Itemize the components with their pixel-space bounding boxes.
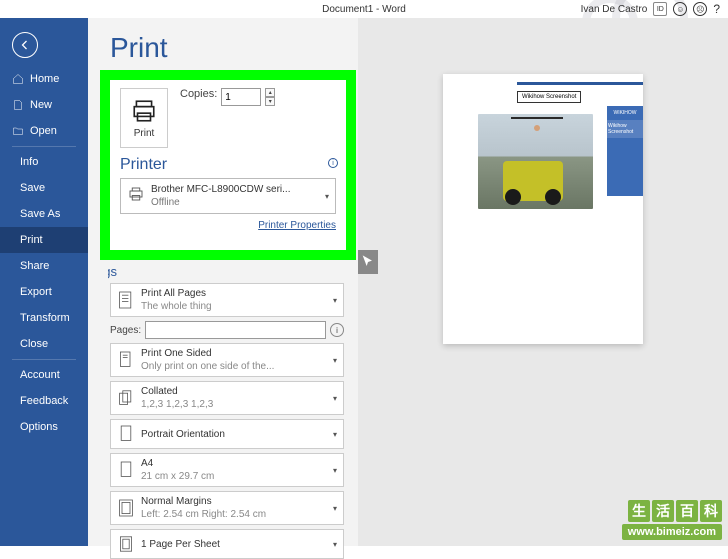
pages-label: Pages: [110, 325, 141, 336]
app-title: Document1 - Word [322, 4, 406, 15]
title-bar: Document1 - Word Ivan De Castro ID ☺ ☹ ? [0, 0, 728, 18]
id-badge: ID [653, 2, 667, 16]
person-figure [531, 131, 543, 161]
face-smile-icon[interactable]: ☺ [673, 2, 687, 16]
sidebar-label: Home [30, 73, 59, 85]
collate-icon [117, 387, 135, 409]
preview-header: Wikihow Screenshot [517, 82, 643, 103]
sidebar-item-options[interactable]: Options [0, 414, 88, 440]
sidebar-item-new[interactable]: New [0, 92, 88, 118]
sidebar-item-home[interactable]: Home [0, 66, 88, 92]
printer-dropdown[interactable]: Brother MFC-L8900CDW seri... Offline ▾ [120, 178, 336, 214]
copies-input[interactable] [221, 88, 261, 106]
margins-icon [117, 497, 135, 519]
printer-status: Offline [151, 196, 319, 209]
pages-input[interactable] [145, 321, 326, 339]
preview-image [478, 114, 593, 209]
sidebar-item-account[interactable]: Account [0, 362, 88, 388]
help-icon[interactable]: ? [713, 2, 720, 16]
setting-paper-size[interactable]: A421 cm x 29.7 cm ▾ [110, 453, 344, 487]
setting-sides[interactable]: Print One SidedOnly print on one side of… [110, 343, 344, 377]
content-area: Print Print Copies: ▴ ▾ [88, 18, 728, 546]
printer-heading: Printer i [120, 156, 336, 174]
copies-spinner: ▴ ▾ [265, 88, 275, 106]
page-title: Print [110, 32, 358, 64]
settings-heading: Settings [108, 264, 344, 279]
chevron-down-icon: ▾ [333, 296, 337, 305]
settings-list: Settings Print All PagesThe whole thing … [110, 264, 358, 559]
print-settings-column: Print Print Copies: ▴ ▾ [88, 18, 358, 546]
info-icon[interactable]: i [330, 323, 344, 337]
sidebar-item-save[interactable]: Save [0, 175, 88, 201]
divider [12, 359, 76, 360]
spinner-down[interactable]: ▾ [265, 97, 275, 106]
sidebar-item-feedback[interactable]: Feedback [0, 388, 88, 414]
tutorial-highlight: Print Copies: ▴ ▾ Printer i [100, 70, 356, 260]
sidebar-label: Open [30, 125, 57, 137]
setting-print-range[interactable]: Print All PagesThe whole thing ▾ [110, 283, 344, 317]
sidebar-item-print[interactable]: Print [0, 227, 88, 253]
chevron-down-icon: ▾ [333, 540, 337, 549]
sidebar-item-saveas[interactable]: Save As [0, 201, 88, 227]
home-icon [12, 73, 24, 85]
user-area: Ivan De Castro ID ☺ ☹ ? [581, 2, 720, 16]
document-icon [12, 99, 24, 111]
backstage-sidebar: Home New Open Info Save Save As Print Sh… [0, 18, 88, 546]
cursor-pointer-icon [358, 250, 378, 274]
face-sad-icon[interactable]: ☹ [693, 2, 707, 16]
chevron-down-icon: ▾ [325, 192, 329, 201]
printer-properties-link[interactable]: Printer Properties [120, 220, 336, 231]
divider [12, 146, 76, 147]
chevron-down-icon: ▾ [333, 466, 337, 475]
sidebar-item-close[interactable]: Close [0, 331, 88, 357]
sheet-icon [117, 533, 135, 555]
portrait-icon [117, 423, 135, 445]
copies-label: Copies: [180, 88, 217, 100]
wikihow-sidebar: WIKIHOW Wikihow Screenshot [607, 106, 643, 196]
sidebar-item-export[interactable]: Export [0, 279, 88, 305]
print-button[interactable]: Print [120, 88, 168, 148]
sidebar-item-info[interactable]: Info [0, 149, 88, 175]
arrow-left-icon [19, 39, 31, 51]
watermark: 生 活 百 科 www.bimeiz.com [622, 500, 722, 540]
one-sided-icon [117, 349, 135, 371]
chevron-down-icon: ▾ [333, 430, 337, 439]
setting-orientation[interactable]: Portrait Orientation ▾ [110, 419, 344, 449]
chevron-down-icon: ▾ [333, 504, 337, 513]
setting-collate[interactable]: Collated1,2,3 1,2,3 1,2,3 ▾ [110, 381, 344, 415]
sidebar-item-transform[interactable]: Transform [0, 305, 88, 331]
user-name: Ivan De Castro [581, 4, 648, 15]
sidebar-label: New [30, 99, 52, 111]
preview-label: Wikihow Screenshot [517, 91, 581, 103]
back-button[interactable] [12, 32, 38, 58]
info-icon[interactable]: i [328, 158, 338, 168]
copies-group: Copies: ▴ ▾ [180, 88, 275, 148]
print-preview: Wikihow Screenshot WIKIHOW Wikihow Scree… [358, 18, 728, 546]
setting-margins[interactable]: Normal MarginsLeft: 2.54 cm Right: 2.54 … [110, 491, 344, 525]
sidebar-item-open[interactable]: Open [0, 118, 88, 144]
pages-range-row: Pages: i [110, 321, 344, 339]
pages-icon [117, 289, 135, 311]
chevron-down-icon: ▾ [333, 394, 337, 403]
spinner-up[interactable]: ▴ [265, 88, 275, 97]
printer-name: Brother MFC-L8900CDW seri... [151, 183, 319, 196]
printer-icon [131, 98, 157, 124]
chevron-down-icon: ▾ [333, 356, 337, 365]
print-button-label: Print [134, 128, 155, 139]
printer-device-icon [127, 185, 145, 208]
paper-icon [117, 459, 135, 481]
folder-open-icon [12, 125, 24, 137]
setting-pages-per-sheet[interactable]: 1 Page Per Sheet ▾ [110, 529, 344, 559]
preview-page: Wikihow Screenshot WIKIHOW Wikihow Scree… [443, 74, 643, 344]
sidebar-item-share[interactable]: Share [0, 253, 88, 279]
watermark-url: www.bimeiz.com [622, 524, 722, 540]
quad-vehicle [503, 161, 563, 201]
